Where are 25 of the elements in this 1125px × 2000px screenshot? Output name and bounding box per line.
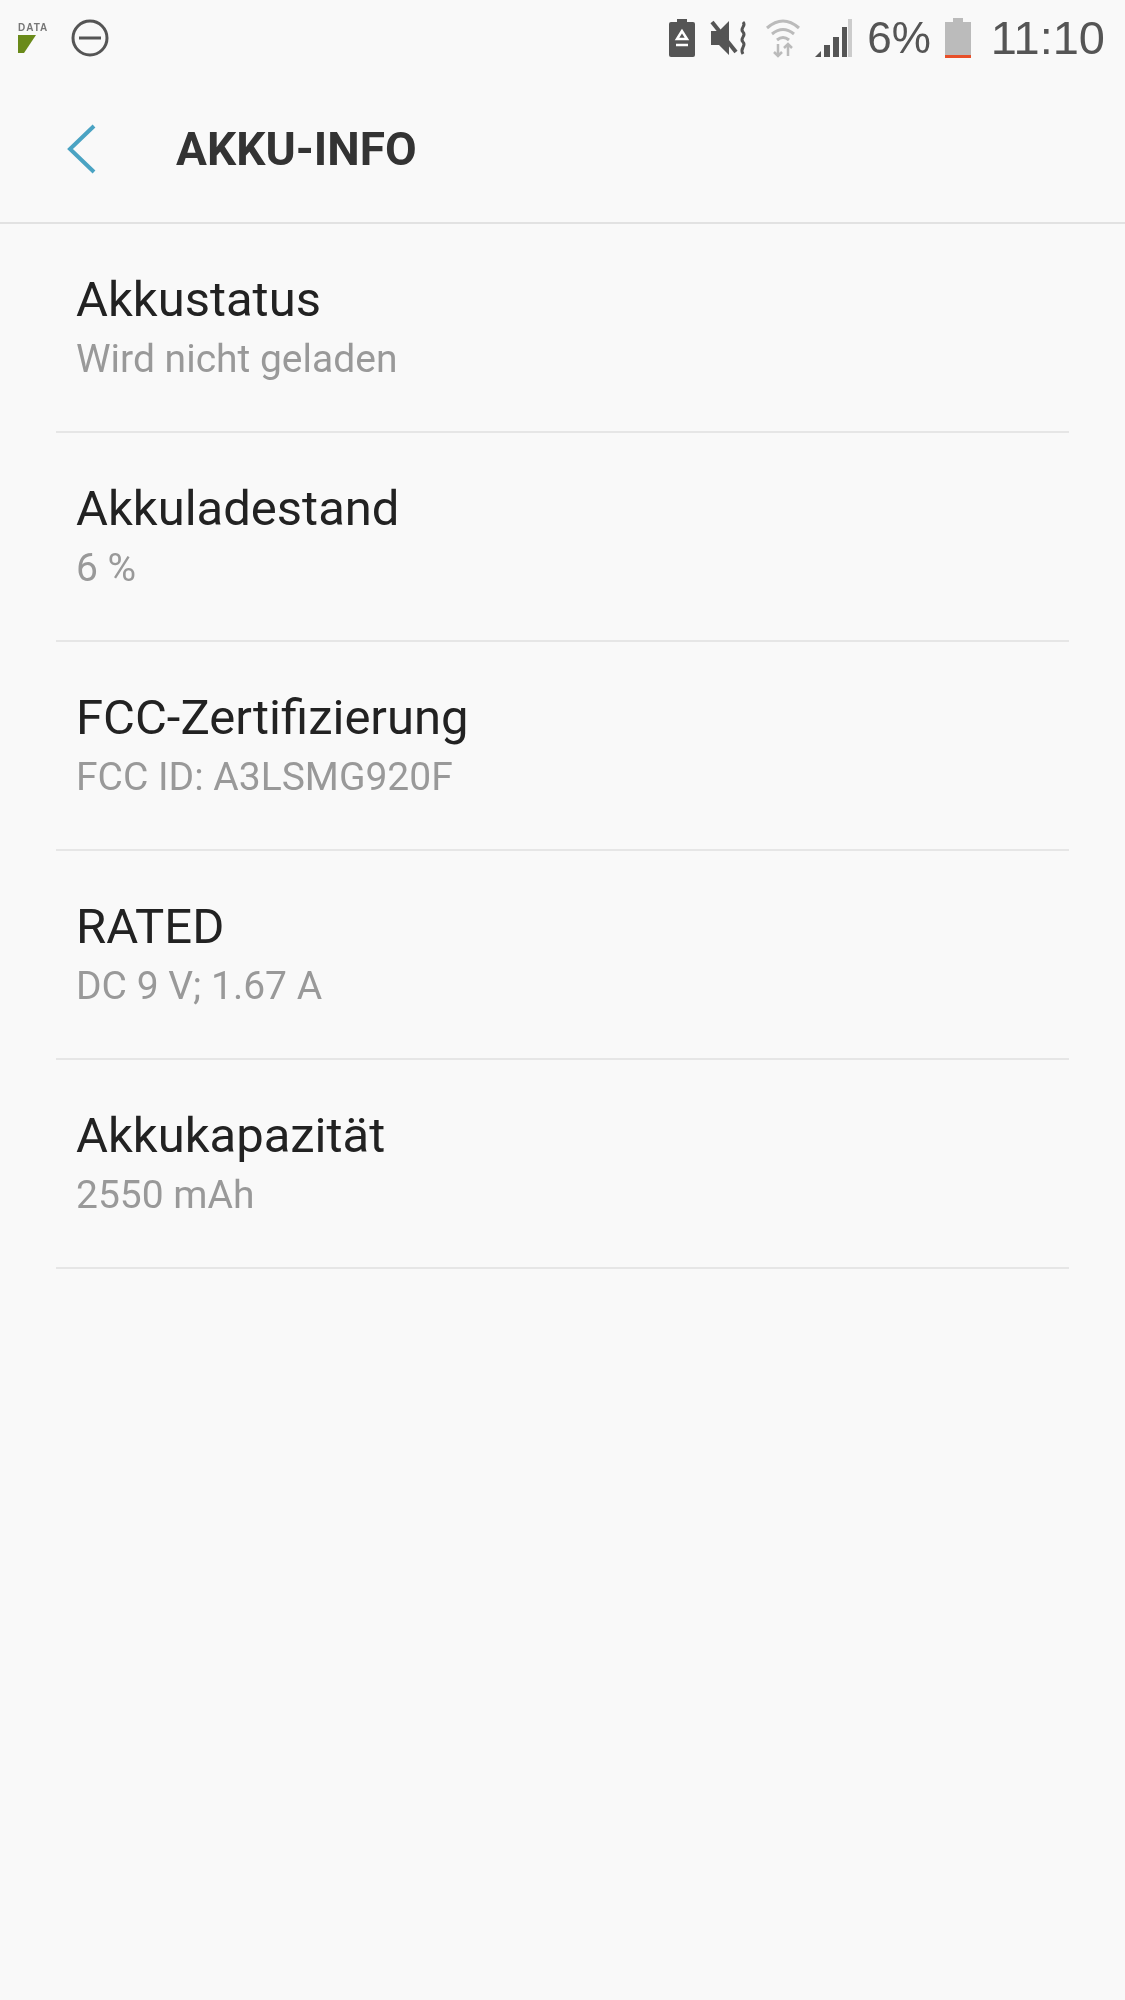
item-value: 2550 mAh <box>76 1170 256 1220</box>
data-label: DATA <box>18 22 49 33</box>
battery-icon <box>944 17 971 58</box>
page-title: AKKU-INFO <box>176 121 417 176</box>
item-title: Akkustatus <box>76 269 322 330</box>
item-title: RATED <box>76 896 226 957</box>
info-row[interactable]: Akkustatus Wird nicht geladen <box>56 224 1069 431</box>
info-row[interactable]: RATED DC 9 V; 1.67 A <box>56 851 1069 1058</box>
mobile-data-icon <box>18 35 36 53</box>
item-value: FCC ID: A3LSMG920F <box>76 752 454 802</box>
clock: 11:10 <box>990 10 1105 65</box>
item-value: DC 9 V; 1.67 A <box>76 961 324 1011</box>
item-title: Akkukapazität <box>76 1105 387 1166</box>
info-row[interactable]: Akkukapazität 2550 mAh <box>56 1060 1069 1267</box>
item-value: 6 % <box>76 543 138 593</box>
item-title: Akkuladestand <box>76 478 401 539</box>
battery-saver-icon <box>669 18 696 57</box>
signal-icon <box>815 18 854 57</box>
info-row[interactable]: FCC-Zertifizierung FCC ID: A3LSMG920F <box>56 642 1069 849</box>
info-row[interactable]: Akkuladestand 6 % <box>56 433 1069 640</box>
item-title: FCC-Zertifizierung <box>76 687 470 748</box>
do-not-disturb-icon <box>70 17 111 58</box>
battery-percent: 6% <box>867 12 931 63</box>
wifi-icon <box>765 17 802 58</box>
item-value: Wird nicht geladen <box>76 334 399 384</box>
